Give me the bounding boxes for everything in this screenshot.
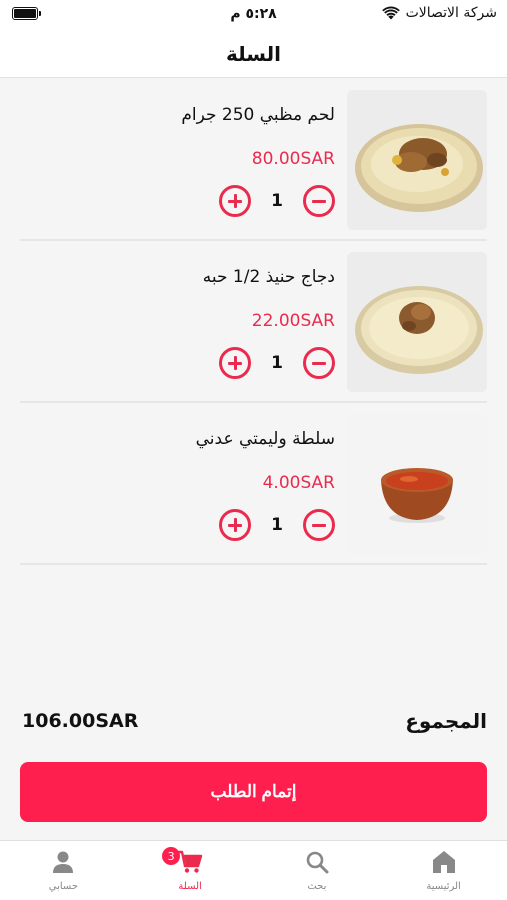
person-icon bbox=[53, 851, 74, 873]
meat-rice-dish-image bbox=[347, 90, 487, 230]
home-icon bbox=[432, 851, 455, 873]
checkout-button[interactable]: إتمام الطلب bbox=[20, 762, 487, 822]
item-price: 4.00SAR bbox=[262, 473, 335, 493]
chicken-rice-dish-image bbox=[347, 252, 487, 392]
total-row: 106.00SAR المجموع bbox=[22, 706, 487, 736]
quantity-value: 1 bbox=[271, 353, 283, 373]
header: السلة bbox=[0, 30, 507, 78]
cart-item: لحم مظبي 250 جرام 80.00SAR 1 bbox=[20, 79, 487, 241]
search-icon bbox=[306, 851, 329, 874]
tab-cart[interactable]: 3 السلة bbox=[127, 841, 254, 900]
cart-item: دجاج حنيذ 1/2 حبه 22.00SAR 1 bbox=[20, 241, 487, 403]
quantity-value: 1 bbox=[271, 515, 283, 535]
tab-bar: حسابي 3 السلة بحث الرئيسية bbox=[0, 840, 507, 900]
quantity-stepper: 1 bbox=[219, 185, 335, 217]
increase-quantity-button[interactable] bbox=[219, 509, 251, 541]
page-title: السلة bbox=[225, 41, 281, 66]
total-amount: 106.00SAR bbox=[22, 710, 139, 732]
cart-count-badge: 3 bbox=[162, 847, 181, 865]
increase-quantity-button[interactable] bbox=[219, 185, 251, 217]
tab-search[interactable]: بحث bbox=[254, 841, 381, 900]
cart-item: سلطة وليمتي عدني 4.00SAR 1 bbox=[20, 403, 487, 565]
quantity-value: 1 bbox=[271, 191, 283, 211]
decrease-quantity-button[interactable] bbox=[303, 509, 335, 541]
carrier-name: شركة الاتصالات bbox=[405, 5, 497, 21]
item-name: سلطة وليمتي عدني bbox=[195, 429, 335, 449]
decrease-quantity-button[interactable] bbox=[303, 185, 335, 217]
item-name: دجاج حنيذ 1/2 حبه bbox=[202, 267, 335, 287]
increase-quantity-button[interactable] bbox=[219, 347, 251, 379]
decrease-quantity-button[interactable] bbox=[303, 347, 335, 379]
item-price: 22.00SAR bbox=[251, 311, 335, 331]
total-label: المجموع bbox=[405, 709, 487, 733]
cart-list: لحم مظبي 250 جرام 80.00SAR 1 دجاج حنيذ 1… bbox=[0, 79, 507, 565]
tab-label: السلة bbox=[178, 881, 202, 892]
cart-icon bbox=[178, 850, 203, 873]
status-bar: ٥:٢٨ م شركة الاتصالات bbox=[0, 0, 507, 30]
tab-account[interactable]: حسابي bbox=[0, 841, 127, 900]
wifi-icon bbox=[381, 6, 400, 20]
tab-label: الرئيسية bbox=[426, 881, 461, 892]
tab-label: بحث bbox=[307, 881, 327, 892]
quantity-stepper: 1 bbox=[219, 347, 335, 379]
item-price: 80.00SAR bbox=[251, 149, 335, 169]
salad-bowl-image bbox=[347, 414, 487, 554]
item-name: لحم مظبي 250 جرام bbox=[181, 105, 335, 125]
quantity-stepper: 1 bbox=[219, 509, 335, 541]
tab-home[interactable]: الرئيسية bbox=[380, 841, 507, 900]
tab-label: حسابي bbox=[48, 881, 79, 892]
